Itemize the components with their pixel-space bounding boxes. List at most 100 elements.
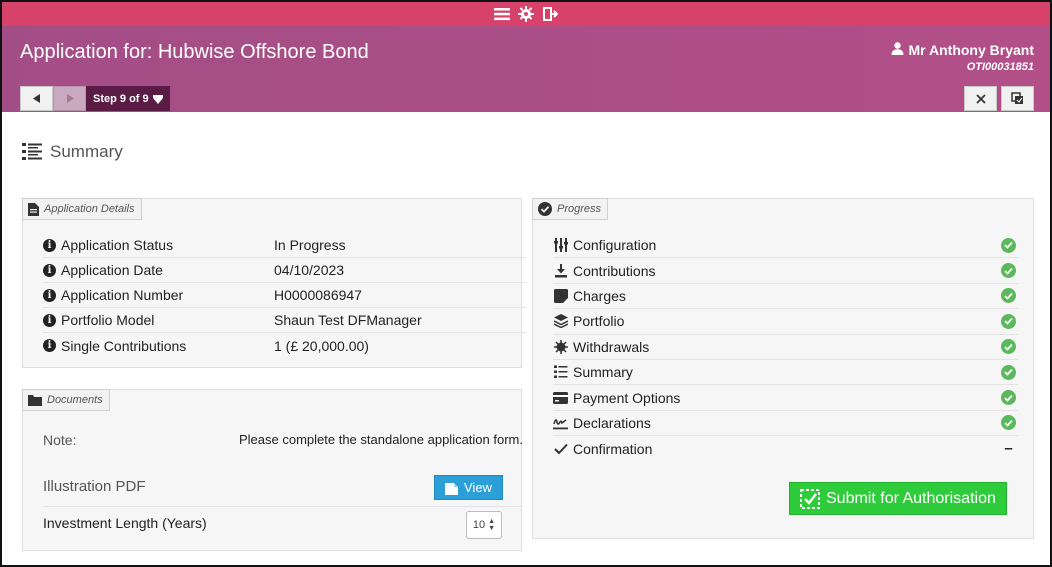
page-heading-label: Summary: [50, 142, 123, 161]
info-icon: i: [43, 238, 56, 252]
detail-row-contributions: i Single Contributions 1 (£ 20,000.00): [43, 333, 526, 358]
submit-button-label: Submit for Authorisation: [826, 489, 996, 507]
header-actions: [964, 86, 1034, 111]
detail-value: 04/10/2023: [274, 262, 345, 278]
view-button[interactable]: View: [434, 475, 503, 500]
detail-row-number: i Application Number H0000086947: [43, 283, 526, 308]
progress-item-configuration[interactable]: Configuration: [553, 233, 1018, 259]
complete-check-icon: [1001, 339, 1016, 355]
detail-label: Single Contributions: [61, 337, 187, 354]
download-icon: [553, 263, 568, 278]
note-label: Note:: [43, 432, 77, 448]
investment-length-stepper[interactable]: 10 ▲ ▼: [466, 511, 502, 539]
progress-item-label: Charges: [573, 287, 626, 304]
checkmark-icon: [553, 442, 568, 456]
documents-tab: Documents: [22, 389, 110, 411]
complete-check-icon: [1001, 288, 1016, 304]
view-button-label: View: [464, 480, 492, 495]
save-exit-icon: [1011, 92, 1023, 104]
documents-title: Documents: [47, 394, 103, 406]
user-name: Mr Anthony Bryant: [908, 42, 1034, 58]
top-toolbar: [2, 2, 1050, 26]
sliders-icon: [553, 238, 568, 253]
progress-title: Progress: [557, 203, 602, 215]
menu-icon[interactable]: [493, 5, 511, 23]
application-header: Application for: Hubwise Offshore Bond M…: [2, 26, 1050, 112]
detail-row-portfolio-model: i Portfolio Model Shaun Test DFManager: [43, 308, 526, 333]
check-circle-icon: [538, 202, 552, 216]
complete-check-icon: [1001, 237, 1016, 253]
progress-item-confirmation[interactable]: Confirmation –: [553, 436, 1018, 461]
detail-value: Shaun Test DFManager: [274, 312, 422, 328]
progress-item-label: Withdrawals: [573, 338, 650, 355]
arrow-left-icon: [32, 94, 40, 103]
signature-icon: [553, 416, 568, 430]
progress-panel: Progress Configuration Contributions Cha…: [532, 198, 1034, 539]
pending-dash-icon: –: [1004, 440, 1013, 458]
progress-item-summary[interactable]: Summary: [553, 360, 1018, 386]
user-reference: OTI00031851: [966, 61, 1034, 73]
user-icon: [891, 42, 904, 58]
application-details-tab: Application Details: [22, 198, 142, 220]
layers-icon: [553, 314, 568, 329]
detail-value: In Progress: [274, 237, 346, 253]
shield-down-icon: [152, 94, 163, 104]
complete-check-icon: [1001, 364, 1016, 380]
progress-item-label: Declarations: [573, 414, 651, 431]
complete-check-icon: [1001, 313, 1016, 329]
previous-step-button[interactable]: [20, 86, 53, 111]
close-button[interactable]: [964, 86, 997, 111]
detail-row-status: i Application Status In Progress: [43, 233, 526, 258]
detail-value: 1 (£ 20,000.00): [274, 337, 369, 354]
detail-label: Application Date: [61, 262, 163, 278]
check-square-icon: [800, 488, 820, 509]
user-info: Mr Anthony Bryant OTI00031851: [891, 42, 1034, 73]
save-exit-button[interactable]: [1001, 86, 1034, 111]
progress-list: Configuration Contributions Charges Port…: [553, 233, 1018, 462]
info-icon: i: [43, 263, 56, 277]
decrement-icon[interactable]: ▼: [488, 525, 495, 532]
complete-check-icon: [1001, 415, 1016, 431]
progress-item-withdrawals[interactable]: Withdrawals: [553, 335, 1018, 360]
progress-item-label: Portfolio: [573, 313, 625, 330]
increment-icon[interactable]: ▲: [488, 518, 495, 525]
step-label: Step 9 of 9: [93, 92, 149, 105]
progress-item-label: Configuration: [573, 237, 657, 254]
progress-item-label: Summary: [573, 364, 633, 381]
summary-heading: Summary: [22, 142, 123, 162]
folder-icon: [28, 395, 42, 406]
investment-length-value: 10: [472, 519, 486, 531]
note-row: Note: Please complete the standalone app…: [43, 432, 523, 448]
complete-check-icon: [1001, 390, 1016, 406]
progress-tab: Progress: [532, 198, 609, 220]
exit-icon[interactable]: [541, 5, 559, 23]
list-icon: [553, 365, 568, 379]
progress-item-portfolio[interactable]: Portfolio: [553, 309, 1018, 335]
application-window: Application for: Hubwise Offshore Bond M…: [0, 0, 1052, 567]
list-icon: [22, 143, 42, 160]
progress-item-label: Contributions: [573, 262, 656, 279]
progress-item-label: Confirmation: [573, 440, 653, 457]
divider: [43, 506, 523, 507]
detail-label: Application Number: [61, 287, 184, 303]
info-icon: i: [43, 288, 56, 302]
documents-panel: Documents Note: Please complete the stan…: [22, 389, 523, 551]
file-icon: [445, 482, 458, 495]
detail-value: H0000086947: [274, 287, 362, 303]
progress-item-label: Payment Options: [573, 389, 681, 406]
progress-item-contributions[interactable]: Contributions: [553, 258, 1018, 284]
withdrawals-icon: [553, 339, 568, 354]
submit-for-authorisation-button[interactable]: Submit for Authorisation: [789, 482, 1007, 515]
step-dropdown[interactable]: Step 9 of 9: [86, 86, 170, 111]
note-text: Please complete the standalone applicati…: [238, 432, 523, 447]
card-icon: [553, 391, 568, 405]
gear-icon[interactable]: [517, 5, 535, 23]
arrow-right-icon: [66, 94, 74, 103]
detail-row-date: i Application Date 04/10/2023: [43, 258, 526, 283]
progress-item-declarations[interactable]: Declarations: [553, 411, 1018, 437]
progress-item-payment-options[interactable]: Payment Options: [553, 385, 1018, 411]
next-step-button[interactable]: [53, 86, 86, 111]
progress-item-charges[interactable]: Charges: [553, 284, 1018, 310]
step-navigator: Step 9 of 9: [20, 86, 170, 111]
page-title: Application for: Hubwise Offshore Bond: [20, 41, 369, 63]
